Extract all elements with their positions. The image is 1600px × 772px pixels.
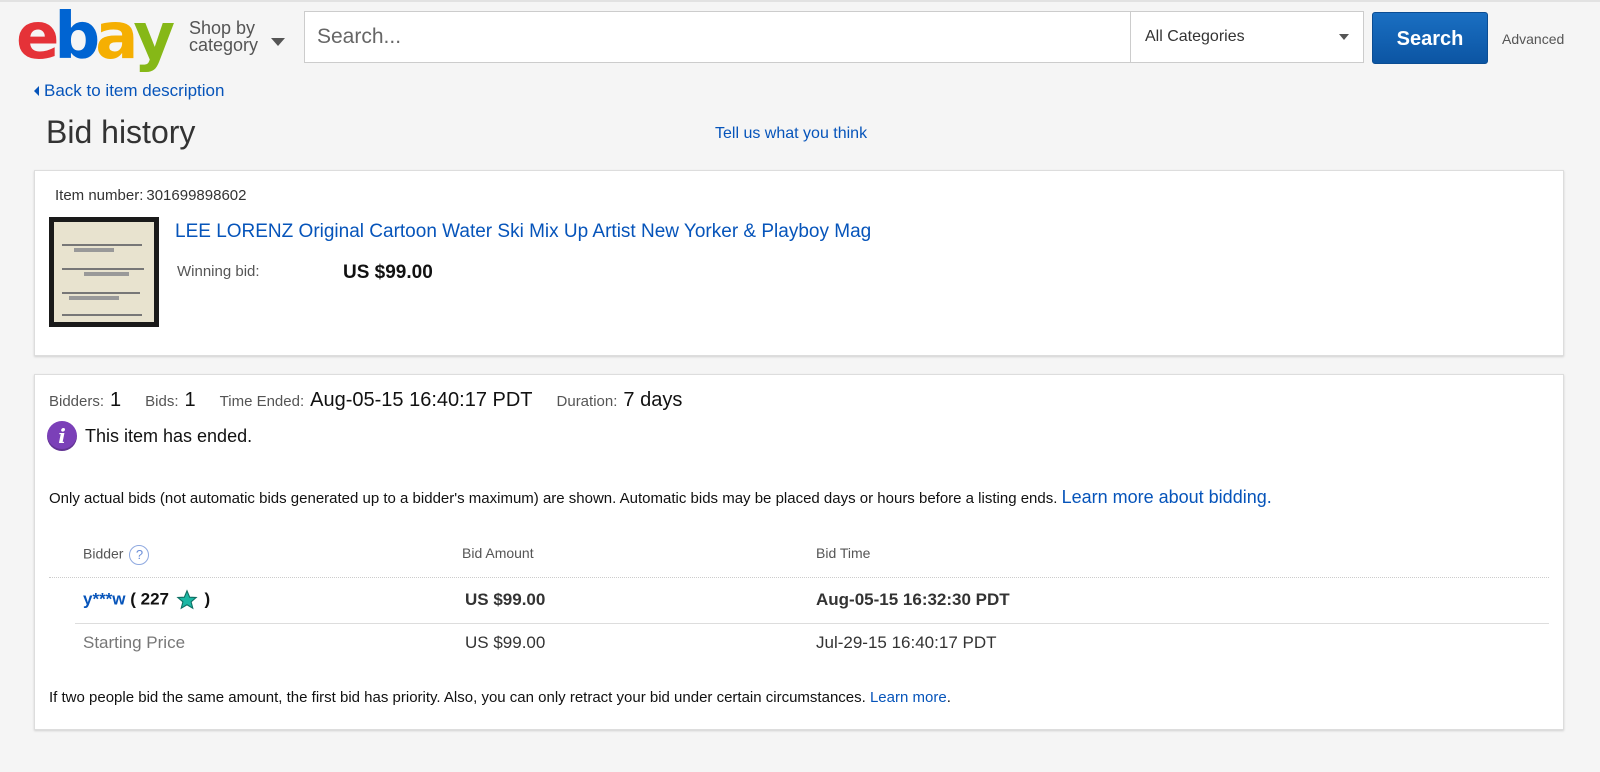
feedback-link[interactable]: Tell us what you think [715, 125, 867, 143]
starting-price-amount: US $99.00 [465, 633, 546, 652]
duration-label: Duration: [556, 393, 618, 410]
feedback-score[interactable]: ( 227 [130, 589, 169, 608]
bidders-label: Bidders: [49, 393, 105, 410]
logo-letter-e: e [16, 0, 59, 74]
category-select-value: All Categories [1145, 28, 1245, 45]
bids-label: Bids: [145, 393, 179, 410]
search-button[interactable]: Search [1372, 12, 1488, 64]
logo-letter-a: a [95, 0, 138, 74]
bid-priority-text: If two people bid the same amount, the f… [49, 689, 870, 706]
info-icon: i [47, 421, 77, 451]
time-ended-value: Aug-05-15 16:40:17 PDT [310, 389, 533, 411]
bid-row-amount: US $99.00 [465, 590, 546, 609]
back-to-item-link[interactable]: Back to item description [34, 81, 224, 101]
top-border [0, 0, 1600, 2]
starting-price-time: Jul-29-15 16:40:17 PDT [816, 633, 997, 652]
help-icon[interactable]: ? [129, 545, 150, 565]
starting-price-label: Starting Price [83, 633, 186, 652]
bids-count: 1 [184, 389, 196, 411]
bid-priority-note: If two people bid the same amount, the f… [49, 689, 951, 706]
duration-value: 7 days [623, 389, 683, 411]
shop-by-category-button[interactable]: Shop by category [189, 19, 285, 55]
item-thumbnail[interactable] [49, 217, 159, 327]
auction-stats: Bidders: 1 Bids: 1 Time Ended: Aug-05-15… [49, 389, 706, 412]
row-divider [75, 623, 1549, 624]
ended-status: i This item has ended. [47, 421, 252, 451]
time-ended-label: Time Ended: [219, 393, 305, 410]
bids-notice: Only actual bids (not automatic bids gen… [49, 487, 1272, 508]
bid-row-bidder: y***w ( 227 ) [83, 589, 210, 611]
notice-period: . [1266, 487, 1272, 507]
page-title: Bid history [46, 114, 196, 150]
winning-bid-label: Winning bid: [177, 263, 260, 280]
search-bar: All Categories [304, 11, 1364, 63]
winning-bid-value: US $99.00 [343, 262, 433, 283]
bidders-count: 1 [110, 389, 122, 411]
chevron-left-icon [34, 86, 39, 96]
cartoon-image [54, 222, 154, 322]
item-number: Item number: 301699898602 [55, 187, 246, 204]
logo-letter-b: b [54, 0, 100, 74]
ebay-logo[interactable]: e b a y [16, 0, 175, 74]
category-label: category [189, 35, 259, 55]
learn-more-bidding-link[interactable]: Learn more about bidding [1062, 487, 1267, 507]
row-divider [49, 577, 1549, 578]
column-header-amount: Bid Amount [462, 545, 534, 561]
feedback-star-icon [176, 589, 198, 610]
bidder-link[interactable]: y***w [83, 589, 126, 608]
item-number-value: 301699898602 [146, 187, 247, 204]
column-header-time: Bid Time [816, 545, 871, 561]
chevron-down-icon [1339, 34, 1349, 40]
category-select[interactable]: All Categories [1130, 12, 1363, 62]
bid-row-time: Aug-05-15 16:32:30 PDT [816, 590, 1010, 609]
back-link-label: Back to item description [44, 81, 225, 100]
bid-history-panel: Bidders: 1 Bids: 1 Time Ended: Aug-05-15… [34, 374, 1564, 730]
learn-more-link[interactable]: Learn more [870, 689, 947, 706]
footer-period: . [946, 689, 951, 706]
item-number-label: Item number: [55, 187, 144, 204]
logo-letter-y: y [133, 0, 175, 74]
ended-status-text: This item has ended. [85, 425, 253, 446]
column-header-bidder: Bidder? [83, 545, 150, 565]
search-input[interactable] [305, 12, 1130, 62]
bids-notice-text: Only actual bids (not automatic bids gen… [49, 490, 1062, 507]
item-summary-panel: Item number: 301699898602 LEE LORENZ Orig… [34, 170, 1564, 356]
advanced-search-link[interactable]: Advanced [1502, 31, 1564, 47]
item-title-link[interactable]: LEE LORENZ Original Cartoon Water Ski Mi… [175, 221, 871, 243]
chevron-down-icon [271, 38, 285, 46]
feedback-score-close: ) [204, 589, 211, 609]
bidder-header-label: Bidder [83, 545, 124, 562]
